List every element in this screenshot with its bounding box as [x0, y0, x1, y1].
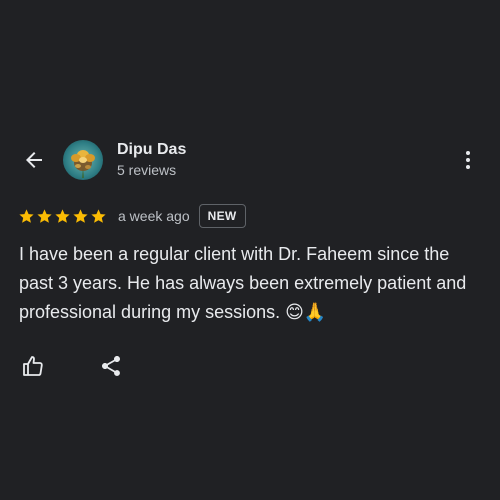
- star-icon: [37, 208, 52, 223]
- reviewer-review-count[interactable]: 5 reviews: [117, 162, 176, 178]
- star-icon: [73, 208, 88, 223]
- avatar-flower-image: [63, 140, 103, 180]
- rating-row: a week ago NEW: [18, 203, 246, 229]
- new-badge: NEW: [198, 204, 246, 228]
- star-icon: [55, 208, 70, 223]
- more-options-button[interactable]: [456, 146, 480, 174]
- reviewer-name[interactable]: Dipu Das: [117, 141, 186, 159]
- more-vert-icon: [466, 151, 470, 169]
- like-button[interactable]: [20, 352, 46, 380]
- review-header: Dipu Das 5 reviews: [0, 138, 500, 182]
- star-icon: [91, 208, 106, 223]
- share-button[interactable]: [98, 352, 124, 380]
- review-time: a week ago: [118, 208, 190, 224]
- review-text: I have been a regular client with Dr. Fa…: [19, 244, 467, 322]
- thumb-up-icon: [23, 356, 43, 376]
- review-actions: [20, 352, 140, 380]
- arrow-back-icon: [26, 152, 42, 168]
- star-icon: [19, 208, 34, 223]
- back-button[interactable]: [20, 146, 48, 174]
- star-rating: [18, 208, 107, 225]
- review-detail-page: Dipu Das 5 reviews a week ago NEW I have…: [0, 0, 500, 500]
- share-icon: [102, 356, 120, 376]
- avatar[interactable]: [63, 140, 103, 180]
